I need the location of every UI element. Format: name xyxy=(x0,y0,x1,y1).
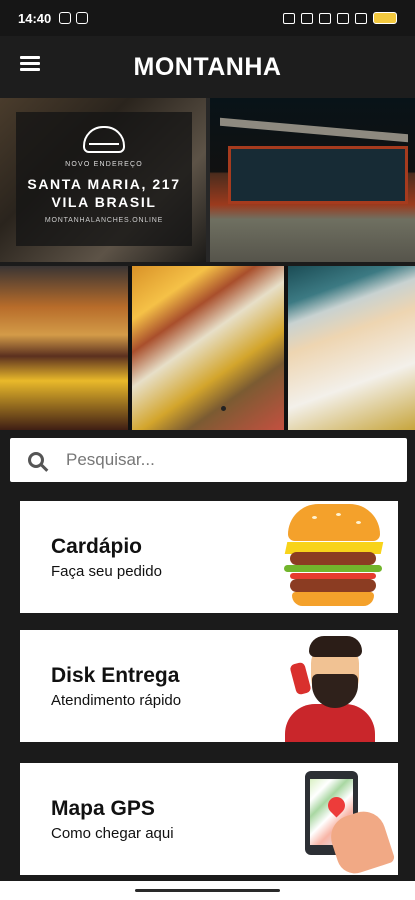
gallery-page-indicator xyxy=(221,406,226,411)
restaurant-roof xyxy=(220,117,408,143)
address-banner-photo: NOVO ENDEREÇO SANTA MARIA, 217 VILA BRAS… xyxy=(0,98,206,262)
burger-bottom-bun xyxy=(292,592,374,606)
customer-with-food-photo xyxy=(288,266,415,430)
battery-icon xyxy=(373,12,397,24)
person-beard xyxy=(312,674,358,708)
wifi-icon xyxy=(355,12,367,24)
burger-patty-lower xyxy=(290,579,376,592)
delivery-card-subtitle: Atendimento rápido xyxy=(51,691,182,709)
app-title: MONTANHA xyxy=(133,52,282,81)
gps-card[interactable]: Mapa GPS Como chegar aqui xyxy=(20,763,398,879)
website-label: MONTANHALANCHES.ONLINE xyxy=(44,217,164,224)
menu-card[interactable]: Cardápio Faça seu pedido xyxy=(20,501,398,613)
delivery-card[interactable]: Disk Entrega Atendimento rápido xyxy=(20,630,398,742)
status-system-icons xyxy=(283,12,397,24)
hero-banner: NOVO ENDEREÇO SANTA MARIA, 217 VILA BRAS… xyxy=(0,98,415,262)
burger-lettuce xyxy=(284,565,382,572)
signal-icon xyxy=(319,12,331,24)
person-hair xyxy=(309,636,362,657)
app-bar: MONTANHA xyxy=(0,36,415,98)
bluetooth-icon xyxy=(283,12,295,24)
message-icon xyxy=(59,12,72,24)
restaurant-exterior-photo xyxy=(210,98,415,262)
address-overlay: NOVO ENDEREÇO SANTA MARIA, 217 VILA BRAS… xyxy=(16,112,192,246)
new-address-label: NOVO ENDEREÇO xyxy=(65,161,143,168)
burger-icon xyxy=(83,126,125,153)
status-bar: 14:40 xyxy=(0,0,415,36)
gesture-navigation-bar xyxy=(0,881,415,900)
search-placeholder: Pesquisar... xyxy=(66,450,155,469)
menu-card-text: Cardápio Faça seu pedido xyxy=(51,535,162,580)
signal-icon-secondary xyxy=(337,12,349,24)
phone-icon xyxy=(289,661,312,696)
fries-and-sauces-photo xyxy=(132,266,284,430)
menu-card-subtitle: Faça seu pedido xyxy=(51,562,162,580)
hamburger-menu-icon[interactable] xyxy=(20,56,40,71)
burger-patty xyxy=(290,552,376,565)
burger-photo xyxy=(0,266,128,430)
menu-card-title: Cardápio xyxy=(51,534,143,558)
gps-card-title: Mapa GPS xyxy=(51,796,155,820)
person-shirt xyxy=(285,704,375,742)
delivery-card-title: Disk Entrega xyxy=(51,663,180,687)
sync-icon xyxy=(76,12,89,24)
alarm-icon xyxy=(301,12,313,24)
burger-illustration xyxy=(284,504,384,608)
map-pin-icon xyxy=(324,793,349,818)
home-indicator[interactable] xyxy=(135,889,280,892)
status-notification-icons xyxy=(59,12,89,24)
address-line-1: SANTA MARIA, 217 xyxy=(27,176,181,192)
gps-card-text: Mapa GPS Como chegar aqui xyxy=(51,797,174,842)
search-icon xyxy=(28,452,44,468)
address-line-2: VILA BRASIL xyxy=(51,193,157,210)
status-time: 14:40 xyxy=(18,10,52,26)
search-input[interactable]: Pesquisar... xyxy=(10,438,407,482)
gps-card-subtitle: Como chegar aqui xyxy=(51,824,174,842)
photo-gallery[interactable] xyxy=(0,266,415,430)
delivery-card-text: Disk Entrega Atendimento rápido xyxy=(51,664,181,709)
restaurant-building xyxy=(228,146,408,204)
delivery-person-phone-illustration xyxy=(271,632,376,742)
burger-top-bun xyxy=(288,504,380,541)
